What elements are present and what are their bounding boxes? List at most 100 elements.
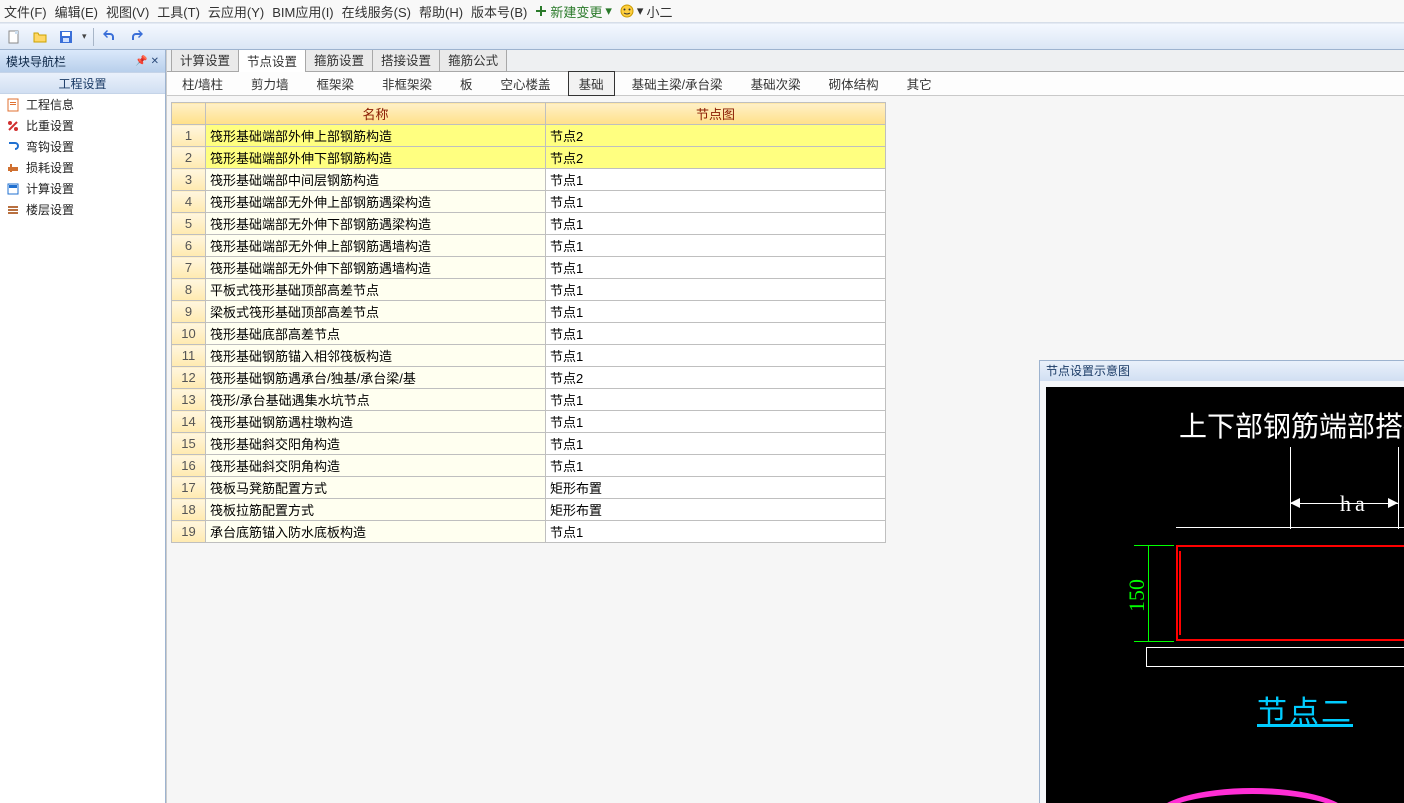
table-row[interactable]: 14筏形基础钢筋遇柱墩构造节点1 — [172, 411, 886, 433]
main-tab[interactable]: 箍筋设置 — [305, 50, 373, 71]
cell-node[interactable]: 节点1 — [546, 323, 886, 345]
table-row[interactable]: 8平板式筏形基础顶部高差节点节点1 — [172, 279, 886, 301]
table-row[interactable]: 12筏形基础钢筋遇承台/独基/承台梁/基节点2 — [172, 367, 886, 389]
main-tab[interactable]: 计算设置 — [171, 50, 239, 71]
sub-tab[interactable]: 柱/墙柱 — [171, 71, 234, 96]
cell-node[interactable]: 节点1 — [546, 521, 886, 543]
save-dropdown[interactable]: ▾ — [82, 31, 87, 42]
cell-node[interactable]: 节点1 — [546, 279, 886, 301]
table-row[interactable]: 9梁板式筏形基础顶部高差节点节点1 — [172, 301, 886, 323]
cell-name[interactable]: 筏形基础端部无外伸下部钢筋遇梁构造 — [206, 213, 546, 235]
table-row[interactable]: 18筏板拉筋配置方式矩形布置 — [172, 499, 886, 521]
cell-name[interactable]: 筏形基础端部无外伸上部钢筋遇梁构造 — [206, 191, 546, 213]
cell-node[interactable]: 节点2 — [546, 367, 886, 389]
cell-name[interactable]: 梁板式筏形基础顶部高差节点 — [206, 301, 546, 323]
redo-button[interactable] — [126, 27, 146, 47]
table-row[interactable]: 17筏板马凳筋配置方式矩形布置 — [172, 477, 886, 499]
nav-item-floor[interactable]: 楼层设置 — [0, 199, 165, 220]
nav-item-calc[interactable]: 计算设置 — [0, 178, 165, 199]
sub-tab[interactable]: 空心楼盖 — [490, 71, 562, 96]
pin-icon[interactable]: 📌 ✕ — [135, 56, 159, 67]
sub-tab[interactable]: 砌体结构 — [818, 71, 890, 96]
table-row[interactable]: 19承台底筋锚入防水底板构造节点1 — [172, 521, 886, 543]
table-row[interactable]: 6筏形基础端部无外伸上部钢筋遇墙构造节点1 — [172, 235, 886, 257]
table-row[interactable]: 4筏形基础端部无外伸上部钢筋遇梁构造节点1 — [172, 191, 886, 213]
menu-view[interactable]: 视图(V) — [106, 2, 149, 21]
cell-name[interactable]: 筏形基础钢筋遇承台/独基/承台梁/基 — [206, 367, 546, 389]
menu-help[interactable]: 帮助(H) — [419, 2, 463, 21]
cell-name[interactable]: 筏形基础钢筋遇柱墩构造 — [206, 411, 546, 433]
cell-node[interactable]: 节点1 — [546, 213, 886, 235]
cell-name[interactable]: 筏形基础端部无外伸下部钢筋遇墙构造 — [206, 257, 546, 279]
main-tab[interactable]: 搭接设置 — [372, 50, 440, 71]
main-tab[interactable]: 箍筋公式 — [439, 50, 507, 71]
cell-name[interactable]: 筏形基础斜交阳角构造 — [206, 433, 546, 455]
table-row[interactable]: 13筏形/承台基础遇集水坑节点节点1 — [172, 389, 886, 411]
cell-node[interactable]: 节点1 — [546, 411, 886, 433]
cell-node[interactable]: 节点1 — [546, 191, 886, 213]
sub-tab[interactable]: 框架梁 — [306, 71, 366, 96]
menu-online[interactable]: 在线服务(S) — [342, 2, 411, 21]
table-row[interactable]: 16筏形基础斜交阴角构造节点1 — [172, 455, 886, 477]
nav-item-project-info[interactable]: 工程信息 — [0, 94, 165, 115]
cell-name[interactable]: 筏形/承台基础遇集水坑节点 — [206, 389, 546, 411]
cell-node[interactable]: 矩形布置 — [546, 477, 886, 499]
sub-tab[interactable]: 基础 — [568, 71, 615, 96]
nav-item-loss[interactable]: 损耗设置 — [0, 157, 165, 178]
menu-tool[interactable]: 工具(T) — [157, 2, 200, 21]
table-row[interactable]: 5筏形基础端部无外伸下部钢筋遇梁构造节点1 — [172, 213, 886, 235]
cell-name[interactable]: 筏形基础斜交阴角构造 — [206, 455, 546, 477]
cell-node[interactable]: 节点1 — [546, 257, 886, 279]
open-file-button[interactable] — [30, 27, 50, 47]
table-row[interactable]: 3筏形基础端部中间层钢筋构造节点1 — [172, 169, 886, 191]
nav-section-header[interactable]: 工程设置 — [0, 72, 165, 94]
cell-node[interactable]: 节点2 — [546, 147, 886, 169]
sub-tab[interactable]: 基础次梁 — [740, 71, 812, 96]
sub-tab[interactable]: 非框架梁 — [371, 71, 443, 96]
cell-node[interactable]: 节点1 — [546, 433, 886, 455]
cell-name[interactable]: 承台底筋锚入防水底板构造 — [206, 521, 546, 543]
new-change-button[interactable]: 新建变更 ▾ — [535, 2, 612, 21]
cell-node[interactable]: 节点1 — [546, 235, 886, 257]
table-row[interactable]: 1筏形基础端部外伸上部钢筋构造节点2 — [172, 125, 886, 147]
settings-grid[interactable]: 名称 节点图 1筏形基础端部外伸上部钢筋构造节点22筏形基础端部外伸下部钢筋构造… — [171, 102, 886, 543]
cell-node[interactable]: 节点1 — [546, 301, 886, 323]
user-menu[interactable]: ▾ 小二 — [620, 2, 673, 21]
sub-tab[interactable]: 板 — [449, 71, 484, 96]
menu-version[interactable]: 版本号(B) — [471, 2, 527, 21]
cell-name[interactable]: 筏形基础端部外伸下部钢筋构造 — [206, 147, 546, 169]
cell-node[interactable]: 节点1 — [546, 169, 886, 191]
cell-name[interactable]: 筏形基础端部中间层钢筋构造 — [206, 169, 546, 191]
sub-tab[interactable]: 基础主梁/承台梁 — [621, 71, 734, 96]
cell-node[interactable]: 节点1 — [546, 345, 886, 367]
cell-name[interactable]: 筏形基础端部无外伸上部钢筋遇墙构造 — [206, 235, 546, 257]
folder-open-icon — [32, 29, 48, 45]
undo-button[interactable] — [100, 27, 120, 47]
main-tab[interactable]: 节点设置 — [238, 50, 306, 72]
cell-node[interactable]: 节点2 — [546, 125, 886, 147]
cell-name[interactable]: 筏形基础端部外伸上部钢筋构造 — [206, 125, 546, 147]
cell-node[interactable]: 节点1 — [546, 455, 886, 477]
cell-node[interactable]: 节点1 — [546, 389, 886, 411]
table-row[interactable]: 11筏形基础钢筋锚入相邻筏板构造节点1 — [172, 345, 886, 367]
cell-name[interactable]: 筏形基础底部高差节点 — [206, 323, 546, 345]
menu-file[interactable]: 文件(F) — [4, 2, 47, 21]
nav-item-ratio[interactable]: 比重设置 — [0, 115, 165, 136]
table-row[interactable]: 7筏形基础端部无外伸下部钢筋遇墙构造节点1 — [172, 257, 886, 279]
table-row[interactable]: 2筏形基础端部外伸下部钢筋构造节点2 — [172, 147, 886, 169]
cell-node[interactable]: 矩形布置 — [546, 499, 886, 521]
menu-bim[interactable]: BIM应用(I) — [272, 2, 333, 21]
sub-tab[interactable]: 剪力墙 — [240, 71, 300, 96]
cell-name[interactable]: 筏板拉筋配置方式 — [206, 499, 546, 521]
cell-name[interactable]: 筏板马凳筋配置方式 — [206, 477, 546, 499]
save-button[interactable] — [56, 27, 76, 47]
nav-item-hook[interactable]: 弯钩设置 — [0, 136, 165, 157]
cell-name[interactable]: 筏形基础钢筋锚入相邻筏板构造 — [206, 345, 546, 367]
cell-name[interactable]: 平板式筏形基础顶部高差节点 — [206, 279, 546, 301]
sub-tab[interactable]: 其它 — [896, 71, 943, 96]
table-row[interactable]: 10筏形基础底部高差节点节点1 — [172, 323, 886, 345]
menu-cloud[interactable]: 云应用(Y) — [208, 2, 264, 21]
new-file-button[interactable] — [4, 27, 24, 47]
menu-edit[interactable]: 编辑(E) — [55, 2, 98, 21]
table-row[interactable]: 15筏形基础斜交阳角构造节点1 — [172, 433, 886, 455]
